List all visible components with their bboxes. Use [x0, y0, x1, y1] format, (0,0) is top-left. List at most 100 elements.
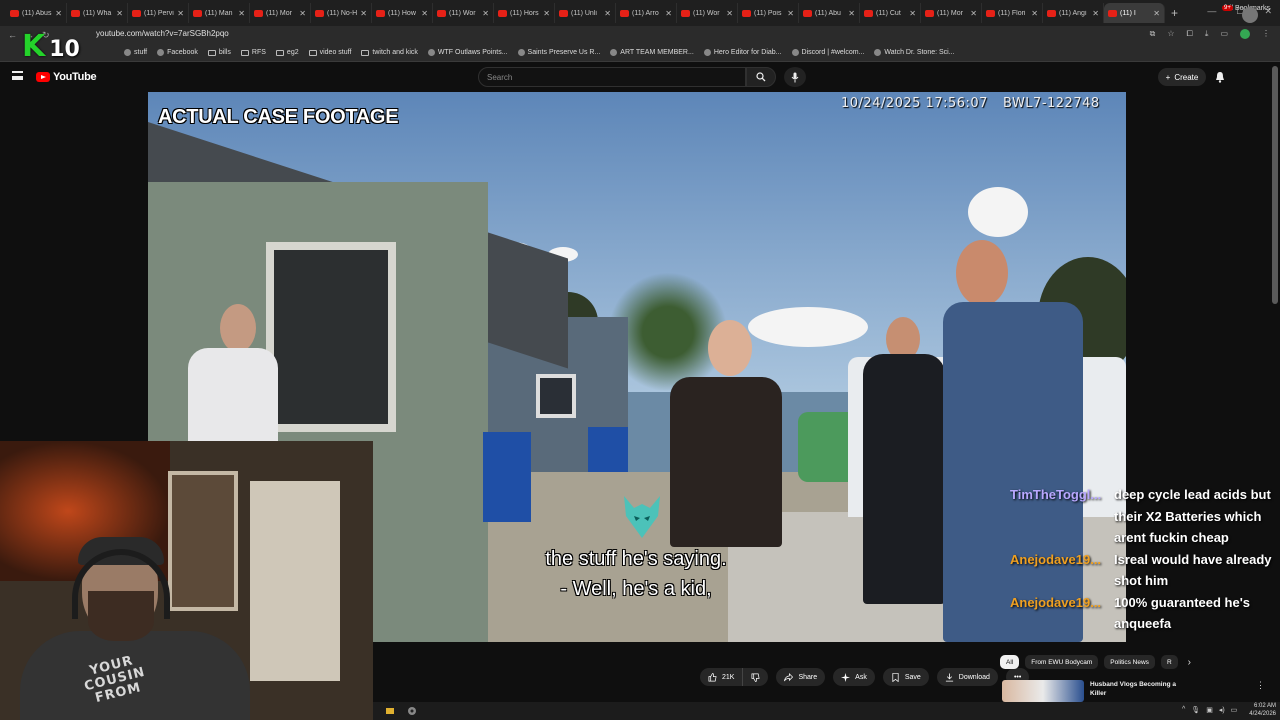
tray-chevron-icon[interactable]: ^	[1182, 706, 1185, 714]
tray-mic-icon[interactable]: 🎙	[1191, 706, 1200, 714]
profile-avatar[interactable]	[1240, 29, 1250, 39]
recommended-video-thumbnail[interactable]	[1002, 680, 1084, 702]
ask-button[interactable]: Ask	[833, 668, 875, 686]
notifications-button[interactable]	[1214, 70, 1228, 84]
filter-chip[interactable]: All	[1000, 655, 1020, 669]
close-tab-icon[interactable]: ✕	[543, 9, 550, 18]
account-avatar[interactable]	[1242, 7, 1258, 23]
url-field[interactable]: youtube.com/watch?v=7arSGBh2pqo	[96, 29, 229, 38]
tray-network-icon[interactable]: ▣	[1206, 706, 1213, 714]
bookmark-item[interactable]: ART TEAM MEMBER...	[610, 49, 694, 56]
close-tab-icon[interactable]: ✕	[1031, 9, 1038, 18]
bookmark-item[interactable]: Watch Dr. Stone: Sci...	[874, 49, 955, 56]
browser-tab[interactable]: (11) Hors ✕	[494, 3, 555, 23]
search-input[interactable]: Search	[478, 67, 746, 87]
browser-tab[interactable]: (11) Pois ✕	[738, 3, 799, 23]
browser-tab[interactable]: (11) Wor ✕	[677, 3, 738, 23]
close-tab-icon[interactable]: ✕	[604, 9, 611, 18]
close-tab-icon[interactable]: ✕	[238, 9, 245, 18]
chips-next-icon[interactable]: ›	[1188, 657, 1191, 668]
browser-tab[interactable]: (11) Man ✕	[189, 3, 250, 23]
close-tab-icon[interactable]: ✕	[1153, 9, 1160, 18]
search-button[interactable]	[746, 67, 776, 87]
menu-dots-icon[interactable]: ⋮	[1262, 29, 1270, 39]
close-tab-icon[interactable]: ✕	[116, 9, 123, 18]
close-tab-icon[interactable]: ✕	[360, 9, 367, 18]
download-button[interactable]: Download	[936, 668, 998, 686]
close-tab-icon[interactable]: ✕	[970, 9, 977, 18]
youtube-favicon-icon	[925, 9, 934, 17]
voice-search-button[interactable]	[784, 67, 806, 87]
filter-chip[interactable]: Politics News	[1104, 655, 1155, 669]
browser-tab[interactable]: (11) Arro ✕	[616, 3, 677, 23]
sidepanel-icon[interactable]: ▭	[1220, 29, 1228, 39]
bookmark-item[interactable]: bills	[207, 49, 231, 56]
bookmark-item[interactable]: Hero Editor for Diab...	[703, 49, 782, 56]
close-tab-icon[interactable]: ✕	[665, 9, 672, 18]
browser-tab[interactable]: (11) Mor ✕	[250, 3, 311, 23]
bookmark-item[interactable]: Discord | #welcom...	[791, 49, 864, 56]
tray-volume-icon[interactable]: ◂)	[1219, 706, 1225, 714]
bookmark-item[interactable]: WTF Outlaws Points...	[427, 49, 508, 56]
folder-icon	[275, 49, 284, 56]
system-clock[interactable]: 6:02 AM 4/24/2026	[1236, 702, 1276, 718]
share-button[interactable]: Share	[776, 668, 826, 686]
close-tab-icon[interactable]: ✕	[1092, 9, 1099, 18]
create-button[interactable]: + Create	[1158, 68, 1206, 86]
close-tab-icon[interactable]: ✕	[55, 9, 62, 18]
browser-tab[interactable]: (11) Abu ✕	[799, 3, 860, 23]
bodycam-id: BWL7-122748	[1003, 96, 1100, 111]
close-tab-icon[interactable]: ✕	[421, 9, 428, 18]
bookmark-item[interactable]: video stuff	[308, 49, 351, 56]
browser-tab[interactable]: (11) Wor ✕	[433, 3, 494, 23]
wolf-logo-icon	[624, 496, 660, 538]
save-button[interactable]: Save	[882, 668, 929, 686]
browser-tab[interactable]: (11) I ✕	[1104, 3, 1165, 23]
dislike-button[interactable]	[743, 668, 769, 686]
new-tab-button[interactable]: +	[1171, 6, 1178, 20]
bookmark-item[interactable]: eg2	[275, 49, 299, 56]
youtube-logo[interactable]: YouTube	[36, 71, 97, 83]
bookmark-item[interactable]: Facebook	[157, 49, 198, 56]
recommended-video[interactable]: Husband Vlogs Becoming a Killer ⋮	[1002, 680, 1272, 702]
hamburger-menu-icon[interactable]	[12, 71, 23, 80]
download-icon[interactable]: ⤓	[1205, 29, 1209, 39]
browser-tab[interactable]: (11) Pervi ✕	[128, 3, 189, 23]
browser-tab[interactable]: (11) Flori ✕	[982, 3, 1043, 23]
browser-tab[interactable]: (11) Cut ✕	[860, 3, 921, 23]
filter-chip[interactable]: From EWU Bodycam	[1025, 655, 1099, 669]
webcam-door	[168, 471, 238, 611]
page-scrollbar-thumb[interactable]	[1272, 66, 1278, 304]
close-tab-icon[interactable]: ✕	[909, 9, 916, 18]
back-icon[interactable]: ←	[8, 30, 17, 40]
install-icon[interactable]: ⧉	[1150, 29, 1156, 39]
minimize-icon[interactable]: —	[1207, 6, 1216, 17]
recommended-video-menu-icon[interactable]: ⋮	[1256, 680, 1265, 702]
extensions-icon[interactable]: ⧠	[1186, 29, 1192, 39]
bookmark-item[interactable]: twitch and kick	[361, 49, 418, 56]
browser-tab[interactable]: (11) Mor ✕	[921, 3, 982, 23]
close-tab-icon[interactable]: ✕	[177, 9, 184, 18]
close-tab-icon[interactable]: ✕	[299, 9, 306, 18]
video-scene-cloud	[748, 307, 868, 347]
filter-chip[interactable]: R	[1160, 655, 1178, 669]
close-tab-icon[interactable]: ✕	[482, 9, 489, 18]
browser-tab[interactable]: (11) How ✕	[372, 3, 433, 23]
youtube-favicon-icon	[620, 9, 629, 17]
bookmark-star-icon[interactable]: ☆	[1167, 29, 1174, 39]
browser-tab[interactable]: (11) No-H ✕	[311, 3, 372, 23]
browser-tab[interactable]: (11) Abus ✕	[6, 3, 67, 23]
like-button[interactable]: 21K	[700, 668, 744, 686]
browser-tab[interactable]: (11) Wha ✕	[67, 3, 128, 23]
browser-tab[interactable]: (11) Angi ✕	[1043, 3, 1104, 23]
bookmark-item[interactable]: Saints Preserve Us R...	[517, 49, 600, 56]
close-tab-icon[interactable]: ✕	[787, 9, 794, 18]
recommended-video-title[interactable]: Husband Vlogs Becoming a Killer	[1090, 680, 1250, 702]
taskbar-app-icon[interactable]	[385, 706, 395, 716]
bookmark-item[interactable]: RFS	[240, 49, 266, 56]
close-tab-icon[interactable]: ✕	[726, 9, 733, 18]
browser-tab[interactable]: (11) Unli ✕	[555, 3, 616, 23]
taskbar-obs-icon[interactable]	[407, 706, 417, 716]
bookmark-item[interactable]: stuff	[124, 49, 147, 56]
close-tab-icon[interactable]: ✕	[848, 9, 855, 18]
